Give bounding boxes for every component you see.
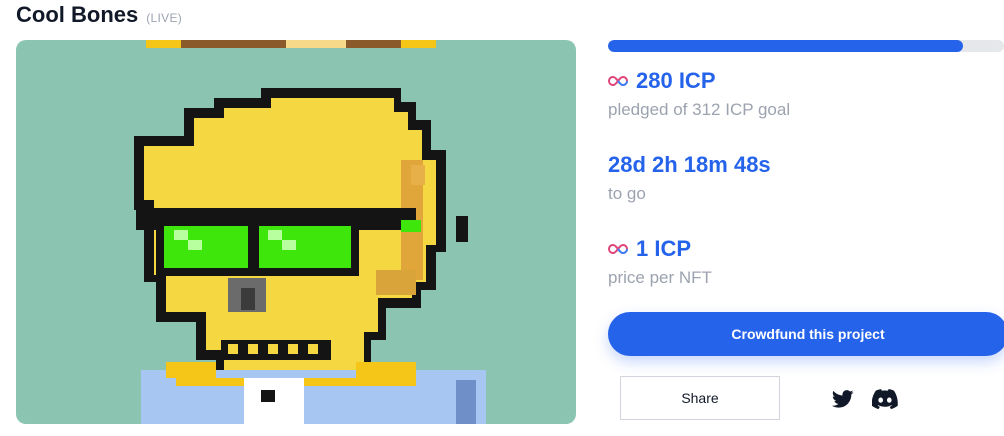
discord-link[interactable] (872, 388, 898, 410)
price-stat: 1 ICP price per NFT (608, 236, 712, 288)
project-title: Cool Bones (16, 2, 139, 27)
funding-progress-bar (608, 40, 1004, 52)
status-badge: (LIVE) (146, 11, 183, 25)
share-button[interactable]: Share (620, 376, 780, 420)
pledged-value-row: 280 ICP (608, 68, 790, 94)
icp-logo-icon (608, 75, 628, 87)
icp-logo-icon (608, 243, 628, 255)
price-value-row: 1 ICP (608, 236, 712, 262)
pledged-amount: 280 ICP (636, 68, 716, 93)
price-label: price per NFT (608, 268, 712, 287)
discord-icon (872, 389, 898, 409)
pledged-label: pledged of 312 ICP goal (608, 100, 791, 119)
pledged-stat: 280 ICP pledged of 312 ICP goal (608, 68, 790, 120)
time-stat: 28d 2h 18m 48s to go (608, 152, 771, 204)
crowdfund-button[interactable]: Crowdfund this project (608, 312, 1004, 356)
nft-artwork (16, 40, 576, 424)
price-amount: 1 ICP (636, 236, 692, 261)
project-header: Cool Bones (LIVE) (16, 2, 182, 28)
twitter-icon (832, 390, 854, 408)
twitter-link[interactable] (830, 388, 856, 410)
time-label: to go (608, 184, 646, 203)
time-remaining: 28d 2h 18m 48s (608, 152, 771, 177)
pixel-skull-icon (134, 40, 486, 424)
funding-progress-fill (608, 40, 964, 52)
